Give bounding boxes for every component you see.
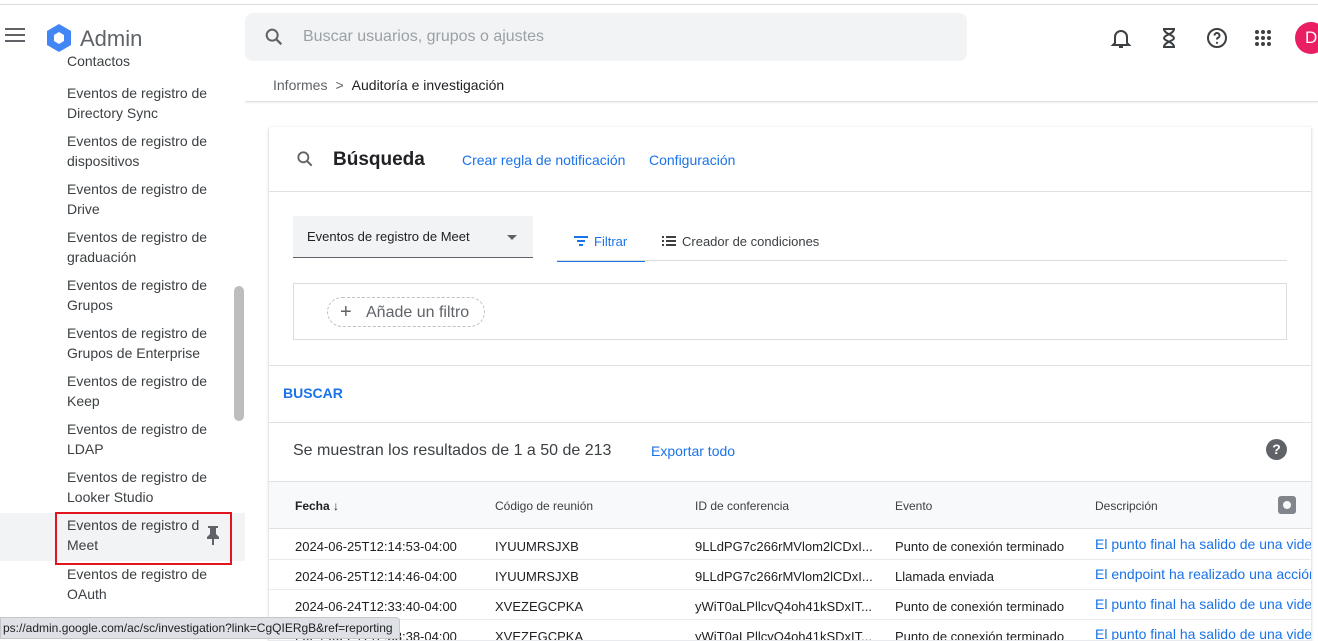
cell-event: Punto de conexión terminado: [895, 539, 1065, 554]
tab-filter[interactable]: Filtrar: [557, 224, 645, 262]
card-divider: [269, 422, 1311, 423]
cell-meeting-code: XVEZEGCPKA: [495, 599, 584, 614]
breadcrumb-divider: [245, 101, 1318, 102]
sidebar-item-enterprise-groups[interactable]: Eventos de registro de Grupos de Enterpri…: [67, 323, 217, 363]
sidebar-item-graduation[interactable]: Eventos de registro de graduación: [67, 227, 217, 267]
sidebar-nav: Contactos Eventos de registro de Director…: [0, 56, 245, 641]
cell-date: 2024-06-25T12:14:53-04:00: [295, 539, 457, 554]
cell-event: Punto de conexión terminado: [895, 599, 1065, 614]
sidebar-item-ldap[interactable]: Eventos de registro de LDAP: [67, 419, 217, 459]
cell-conference-id: yWiT0aLPllcvQ4oh41kSDxIT...: [695, 599, 873, 614]
export-all-link[interactable]: Exportar todo: [651, 443, 735, 459]
list-icon: [662, 236, 676, 246]
cell-description-link[interactable]: El punto final ha salido de una video: [1095, 536, 1311, 552]
gear-icon[interactable]: [1278, 496, 1296, 514]
browser-status-bar-url: ps://admin.google.com/ac/sc/investigatio…: [0, 617, 400, 639]
column-header-meeting-code[interactable]: Código de reunión: [495, 499, 593, 513]
configuration-link[interactable]: Configuración: [649, 152, 735, 168]
global-search[interactable]: [245, 13, 967, 61]
data-source-value: Eventos de registro de Meet: [307, 229, 470, 244]
filter-icon: [574, 236, 588, 246]
column-header-event[interactable]: Evento: [895, 499, 932, 513]
cell-meeting-code: IYUUMRSJXB: [495, 569, 579, 584]
tab-filter-label: Filtrar: [594, 234, 628, 249]
cell-meeting-code: XVEZEGCPKA: [495, 629, 584, 641]
cell-date: 2024-06-25T12:14:46-04:00: [295, 569, 457, 584]
avatar[interactable]: D: [1295, 22, 1318, 54]
app-title[interactable]: Admin: [80, 26, 142, 52]
cell-description-link[interactable]: El endpoint ha realizado una acción: [1095, 566, 1311, 582]
sidebar-item-looker-studio[interactable]: Eventos de registro de Looker Studio: [67, 467, 217, 507]
pin-icon[interactable]: [204, 524, 222, 546]
sidebar-item-devices[interactable]: Eventos de registro de dispositivos: [67, 131, 217, 171]
plus-icon: +: [340, 301, 352, 323]
breadcrumb: Informes > Auditoría e investigación: [273, 77, 504, 93]
sidebar-item-keep[interactable]: Eventos de registro de Keep: [67, 371, 217, 411]
sidebar-item-groups[interactable]: Eventos de registro de Grupos: [67, 275, 217, 315]
cell-meeting-code: IYUUMRSJXB: [495, 539, 579, 554]
column-header-description[interactable]: Descripción: [1095, 499, 1158, 513]
chevron-down-icon: [507, 235, 517, 240]
breadcrumb-separator: >: [335, 77, 344, 93]
search-card: Búsqueda Crear regla de notificación Con…: [269, 127, 1311, 641]
column-header-date[interactable]: Fecha ↓: [295, 499, 339, 513]
table-row[interactable]: 2024-06-24T12:33:38-04:00 XVEZEGCPKA yWi…: [269, 620, 1311, 641]
apps-grid-icon[interactable]: [1251, 26, 1275, 50]
table-row[interactable]: 2024-06-25T12:14:46-04:00 IYUUMRSJXB 9LL…: [269, 560, 1311, 590]
sidebar-scrollbar[interactable]: [234, 286, 244, 421]
results-count: Se muestran los resultados de 1 a 50 de …: [293, 442, 612, 459]
cell-event: Punto de conexión terminado: [895, 629, 1065, 641]
table-row[interactable]: 2024-06-24T12:33:40-04:00 XVEZEGCPKA yWi…: [269, 590, 1311, 620]
add-filter-label: Añade un filtro: [366, 304, 470, 321]
data-source-select[interactable]: Eventos de registro de Meet: [293, 216, 533, 258]
cell-conference-id: yWiT0aLPllcvQ4oh41kSDxIT...: [695, 629, 873, 641]
sidebar-item-oauth[interactable]: Eventos de registro de OAuth: [67, 564, 217, 604]
admin-logo-icon: [47, 24, 71, 52]
cell-description-link[interactable]: El punto final ha salido de una video: [1095, 596, 1311, 612]
create-notification-rule-link[interactable]: Crear regla de notificación: [462, 152, 625, 168]
bell-icon[interactable]: [1109, 26, 1133, 50]
search-icon: [265, 28, 283, 46]
cell-event: Llamada enviada: [895, 569, 995, 584]
search-input[interactable]: [303, 23, 943, 51]
cell-conference-id: 9LLdPG7c266rMVlom2lCDxI...: [695, 569, 873, 584]
add-filter-button[interactable]: + Añade un filtro: [327, 297, 485, 327]
tab-underline: [557, 260, 1287, 261]
hourglass-icon[interactable]: [1157, 26, 1181, 50]
sidebar-item-drive[interactable]: Eventos de registro de Drive: [67, 179, 217, 219]
table-row[interactable]: 2024-06-25T12:14:53-04:00 IYUUMRSJXB 9LL…: [269, 530, 1311, 560]
breadcrumb-current: Auditoría e investigación: [351, 77, 505, 93]
menu-icon[interactable]: [5, 28, 25, 44]
help-icon[interactable]: ?: [1266, 439, 1287, 460]
search-button[interactable]: BUSCAR: [283, 385, 343, 401]
cell-description-link[interactable]: El punto final ha salido de una video: [1095, 626, 1311, 640]
tab-builder-label: Creador de condiciones: [682, 234, 820, 249]
filter-area: + Añade un filtro: [293, 283, 1287, 340]
table-header: Fecha ↓ Código de reunión ID de conferen…: [269, 481, 1311, 529]
card-divider: [269, 191, 1311, 192]
column-header-conference-id[interactable]: ID de conferencia: [695, 499, 789, 513]
card-divider: [269, 365, 1311, 366]
cell-date: 2024-06-24T12:33:40-04:00: [295, 599, 457, 614]
breadcrumb-reports-link[interactable]: Informes: [273, 77, 327, 93]
help-icon[interactable]: [1205, 26, 1229, 50]
cell-conference-id: 9LLdPG7c266rMVlom2lCDxI...: [695, 539, 873, 554]
sidebar-item-contacts-partial[interactable]: Contactos: [67, 56, 217, 70]
search-icon: [297, 151, 313, 167]
sidebar-item-directory-sync[interactable]: Eventos de registro de Directory Sync: [67, 83, 217, 123]
card-title: Búsqueda: [333, 149, 425, 170]
arrow-down-icon: ↓: [333, 499, 340, 513]
window-top-border: [0, 0, 1318, 5]
